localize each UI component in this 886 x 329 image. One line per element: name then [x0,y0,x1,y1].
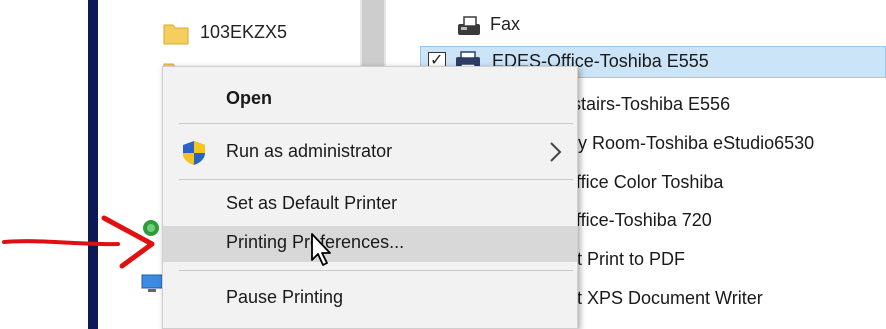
uac-shield-icon [183,141,205,165]
menu-item-set-default-printer[interactable]: Set as Default Printer [163,188,577,220]
menu-item-label: Pause Printing [226,287,344,307]
fax-icon [458,16,480,35]
chevron-right-icon [550,142,562,162]
menu-separator [179,123,573,124]
printer-item-label[interactable]: t XPS Document Writer [577,288,763,309]
menu-separator [179,179,573,180]
printer-item-label[interactable]: t Print to PDF [577,249,685,270]
mouse-cursor-icon [311,233,331,266]
context-menu: Open Run as administrator Set as Default… [162,66,578,329]
desktop-margin [0,0,88,329]
menu-item-pause-printing[interactable]: Pause Printing [163,282,577,314]
menu-item-label: Run as administrator [226,141,393,161]
folder-icon [163,24,189,45]
menu-separator [179,270,573,271]
menu-item-label: Open [226,88,273,108]
menu-item-printing-preferences[interactable]: Printing Preferences... [163,226,577,262]
printer-item-label[interactable]: ffice-Toshiba 720 [576,210,712,231]
window-edge [88,0,98,329]
printer-item-label[interactable]: stairs-Toshiba E556 [572,94,730,115]
printer-item-label[interactable]: y Room-Toshiba eStudio6530 [578,133,814,154]
printer-fax-label[interactable]: Fax [490,14,520,35]
menu-item-open[interactable]: Open [163,83,577,115]
menu-item-run-as-administrator[interactable]: Run as administrator [163,136,577,168]
printer-item-label[interactable]: ffice Color Toshiba [576,172,723,193]
red-annotation-arrow [2,215,155,269]
nav-folder-label[interactable]: 103EKZX5 [200,22,287,43]
computer-icon [141,274,163,292]
menu-item-label: Set as Default Printer [226,193,398,213]
